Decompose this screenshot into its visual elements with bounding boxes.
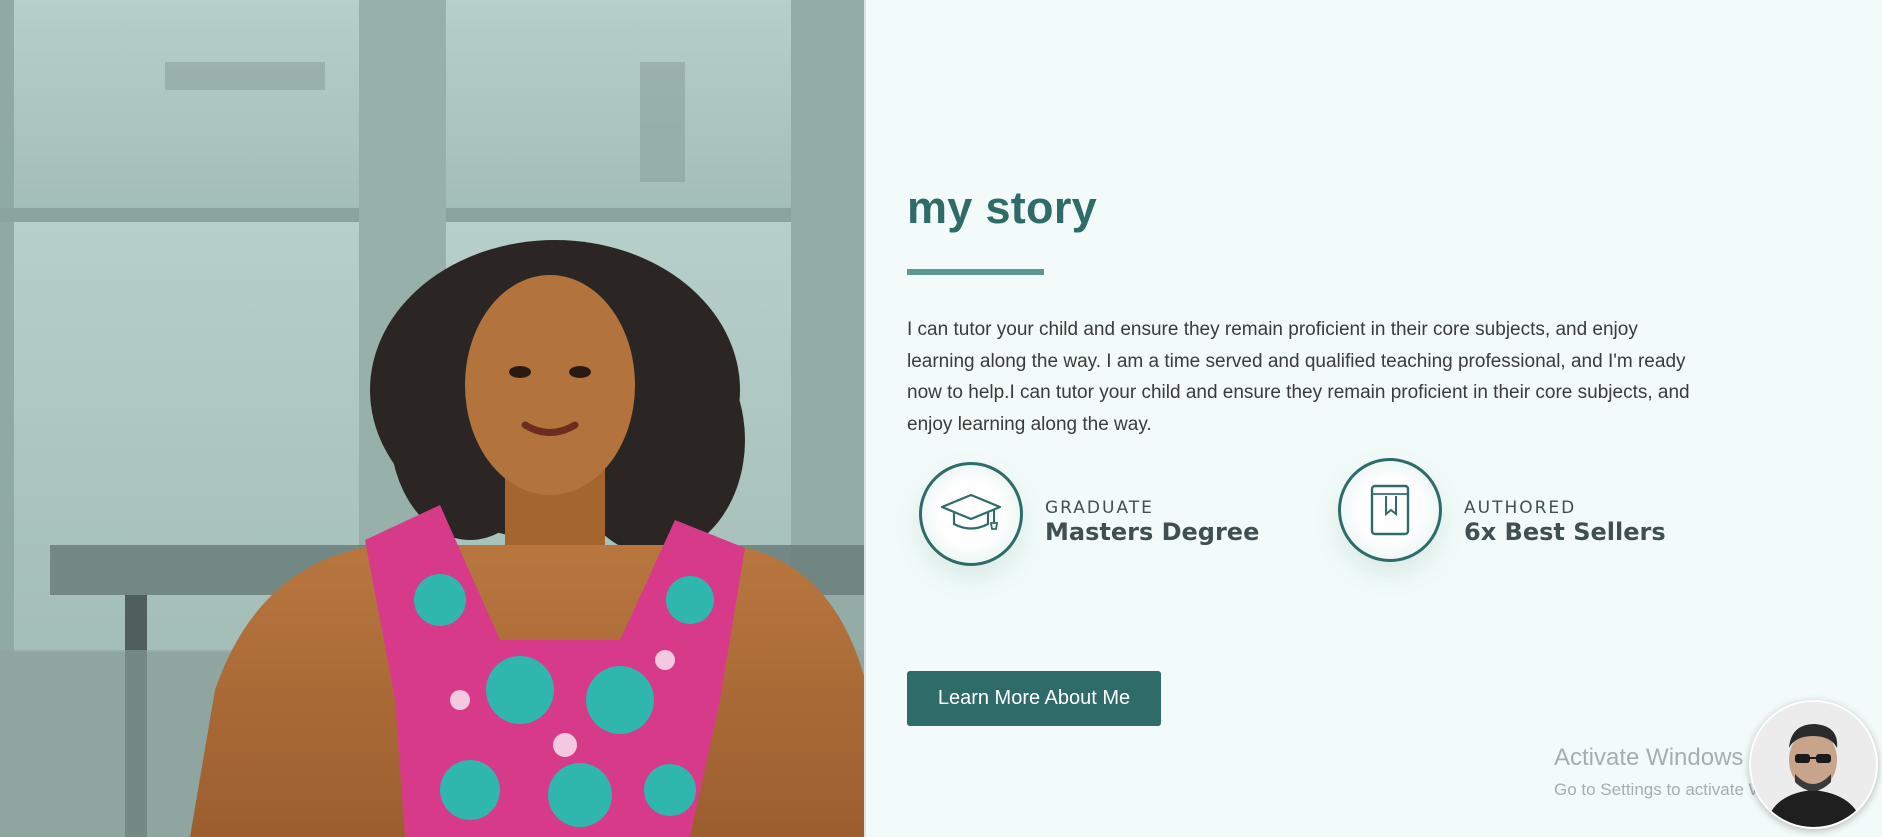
hero-photo [0, 0, 866, 837]
story-section: my story I can tutor your child and ensu… [907, 0, 1807, 837]
tutor-portrait-image [0, 0, 866, 837]
user-avatar-image [1751, 702, 1876, 827]
graduation-cap-icon [919, 462, 1023, 566]
feature-eyebrow: GRADUATE [1045, 498, 1154, 518]
feature-graduate: GRADUATE Masters Degree [919, 462, 1299, 582]
chat-avatar[interactable] [1749, 700, 1878, 829]
feature-authored: AUTHORED 6x Best Sellers [1338, 458, 1718, 582]
feature-headline: Masters Degree [1045, 518, 1260, 546]
learn-more-button[interactable]: Learn More About Me [907, 671, 1161, 726]
feature-eyebrow: AUTHORED [1464, 498, 1577, 518]
section-title: my story [907, 182, 1097, 233]
title-underline [907, 269, 1044, 275]
feature-headline: 6x Best Sellers [1464, 518, 1666, 546]
book-icon [1338, 458, 1442, 562]
story-paragraph: I can tutor your child and ensure they r… [907, 319, 1690, 435]
